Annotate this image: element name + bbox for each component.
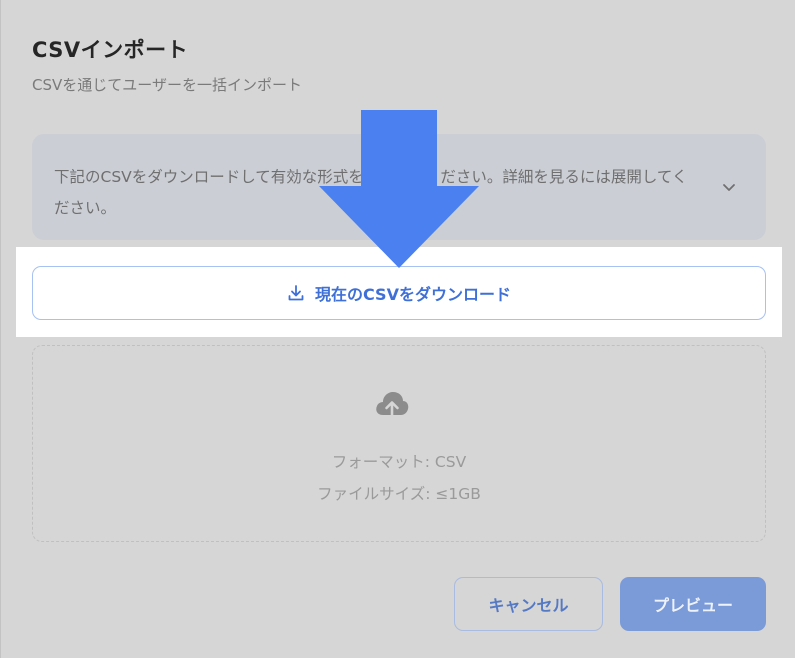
csv-import-dialog: CSVインポート CSVを通じてユーザーを一括インポート 下記のCSVをダウンロ…: [0, 0, 795, 658]
download-current-csv-button[interactable]: 現在のCSVをダウンロード: [32, 266, 766, 320]
upload-dropzone[interactable]: フォーマット: CSV ファイルサイズ: ≤1GB: [32, 345, 766, 542]
preview-button[interactable]: プレビュー: [620, 577, 766, 631]
annotation-arrow-icon: [319, 110, 479, 268]
chevron-down-icon[interactable]: [720, 178, 738, 196]
download-icon: [288, 285, 304, 301]
file-size-text: ファイルサイズ: ≤1GB: [317, 485, 481, 503]
dialog-title: CSVインポート: [32, 38, 189, 62]
cancel-button[interactable]: キャンセル: [454, 577, 603, 631]
format-text: フォーマット: CSV: [331, 453, 467, 471]
dialog-subtitle: CSVを通じてユーザーを一括インポート: [32, 76, 302, 94]
cloud-upload-icon: [376, 392, 409, 419]
download-button-label: 現在のCSVをダウンロード: [315, 285, 511, 304]
